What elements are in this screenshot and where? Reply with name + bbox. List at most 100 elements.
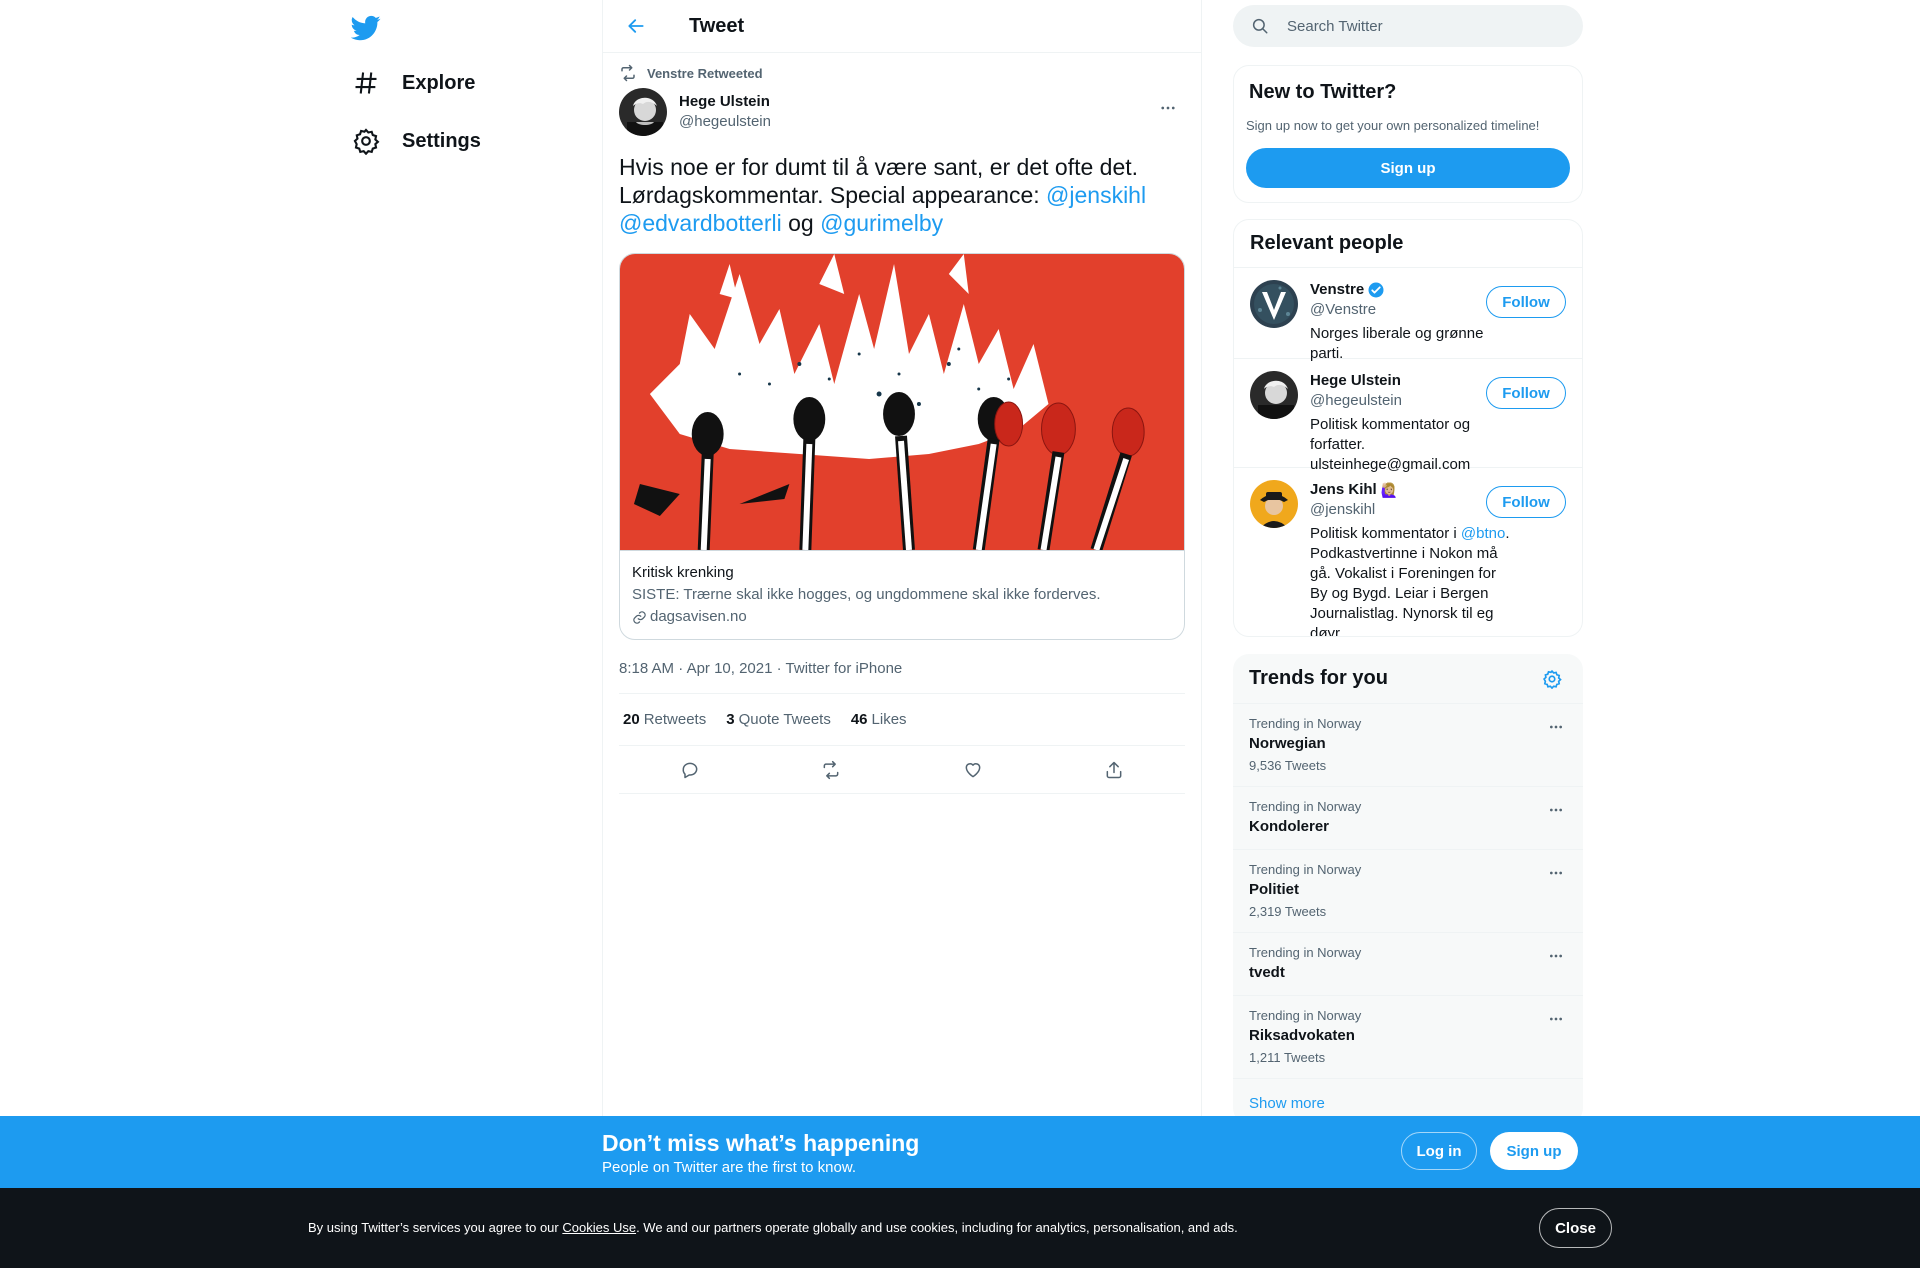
- tweet-text: Hvis noe er for dumt til å være sant, er…: [619, 153, 1185, 237]
- trend-context: Trending in Norway: [1249, 945, 1362, 960]
- share-icon: [1104, 760, 1124, 780]
- trend-context: Trending in Norway: [1249, 1008, 1362, 1023]
- trend-more-button[interactable]: [1541, 1004, 1571, 1034]
- retweets-stat[interactable]: 20 Retweets: [623, 711, 706, 728]
- more-dots-icon: [1548, 948, 1564, 964]
- card-domain: dagsavisen.no: [632, 607, 1172, 627]
- tweet-more-button[interactable]: [1151, 91, 1185, 125]
- share-button[interactable]: [1096, 752, 1132, 788]
- login-button[interactable]: Log in: [1401, 1132, 1477, 1170]
- trend-more-button[interactable]: [1541, 858, 1571, 888]
- person-bio-text: Politisk kommentator i: [1310, 525, 1457, 542]
- tweet: Venstre Retweeted Hege Ulstein @hegeulst…: [603, 64, 1201, 794]
- relevant-people-panel: Relevant people Venstre @Venstre Norges …: [1233, 219, 1583, 637]
- tweet-source[interactable]: Twitter for iPhone: [786, 660, 903, 677]
- author-handle[interactable]: @hegeulstein: [679, 112, 771, 132]
- trend-name: Riksadvokaten: [1249, 1027, 1355, 1044]
- twitter-logo-icon[interactable]: [346, 8, 386, 48]
- back-button[interactable]: [619, 9, 653, 43]
- cookies-use-link[interactable]: Cookies Use: [562, 1220, 636, 1235]
- verified-badge-icon: [1367, 281, 1385, 299]
- card-image: [620, 254, 1184, 550]
- person-handle: @hegeulstein: [1310, 392, 1402, 409]
- author-name[interactable]: Hege Ulstein: [679, 92, 771, 112]
- retweet-context-text[interactable]: Venstre Retweeted: [647, 66, 763, 81]
- signup-banner: Don’t miss what’s happening People on Tw…: [0, 1116, 1920, 1188]
- mention-link[interactable]: @gurimelby: [820, 210, 943, 236]
- trend-item[interactable]: Trending in Norway Kondolerer: [1233, 787, 1583, 850]
- more-dots-icon: [1548, 1011, 1564, 1027]
- more-dots-icon: [1159, 99, 1177, 117]
- like-button[interactable]: [955, 752, 991, 788]
- tweet-actions: [619, 746, 1185, 794]
- trend-more-button[interactable]: [1541, 712, 1571, 742]
- quotes-count: 3: [726, 711, 735, 728]
- new-to-twitter-subtitle: Sign up now to get your own personalized…: [1246, 118, 1540, 133]
- signup-button[interactable]: Sign up: [1490, 1132, 1578, 1170]
- mention-link[interactable]: @edvardbotterli: [619, 210, 782, 236]
- person-handle: @Venstre: [1310, 301, 1377, 318]
- tweet-date[interactable]: Apr 10, 2021: [687, 660, 773, 677]
- avatar[interactable]: [1250, 480, 1298, 528]
- raising-hand-emoji: 🙋🏼‍♀️: [1380, 482, 1399, 498]
- mention-link[interactable]: @btno: [1461, 525, 1505, 542]
- likes-stat[interactable]: 46 Likes: [851, 711, 907, 728]
- trends-panel: Trends for you Trending in Norway Norweg…: [1233, 654, 1583, 1124]
- trend-context: Trending in Norway: [1249, 862, 1362, 877]
- trend-more-button[interactable]: [1541, 941, 1571, 971]
- banner-title: Don’t miss what’s happening: [602, 1130, 920, 1156]
- reply-button[interactable]: [672, 752, 708, 788]
- page-header: Tweet: [603, 0, 1201, 53]
- gear-icon: [1542, 669, 1562, 689]
- person-item[interactable]: Venstre @Venstre Norges liberale og grøn…: [1234, 268, 1582, 362]
- cookie-text-pre: By using Twitter’s services you agree to…: [308, 1220, 559, 1235]
- tweet-author: Hege Ulstein @hegeulstein: [619, 87, 1185, 137]
- quotes-label: Quote Tweets: [738, 711, 831, 728]
- trend-name: Norwegian: [1249, 735, 1326, 752]
- link-card[interactable]: Kritisk krenking SISTE: Trærne skal ikke…: [619, 253, 1185, 640]
- person-handle: @jenskihl: [1310, 501, 1376, 518]
- follow-button[interactable]: Follow: [1486, 486, 1566, 518]
- retweet-icon: [821, 760, 841, 780]
- person-name: Hege Ulstein: [1310, 372, 1401, 389]
- card-description: SISTE: Trærne skal ikke hogges, og ungdo…: [632, 586, 1101, 603]
- trend-item[interactable]: Trending in Norway Riksadvokaten 1,211 T…: [1233, 996, 1583, 1079]
- avatar[interactable]: [619, 88, 667, 136]
- person-bio: Politisk kommentator i @btno. Podkastver…: [1310, 524, 1515, 636]
- person-item[interactable]: Jens Kihl 🙋🏼‍♀️ @jenskihl Politisk komme…: [1234, 468, 1582, 636]
- more-dots-icon: [1548, 802, 1564, 818]
- search-input[interactable]: [1287, 17, 1567, 35]
- trends-header: Trends for you: [1233, 654, 1583, 704]
- trend-item[interactable]: Trending in Norway tvedt: [1233, 933, 1583, 996]
- follow-button[interactable]: Follow: [1486, 377, 1566, 409]
- person-name: Jens Kihl: [1310, 481, 1377, 498]
- search-box[interactable]: [1233, 5, 1583, 47]
- cookie-text: By using Twitter’s services you agree to…: [308, 1220, 1238, 1235]
- more-dots-icon: [1548, 719, 1564, 735]
- quote-tweets-stat[interactable]: 3 Quote Tweets: [726, 711, 831, 728]
- mention-link[interactable]: @jenskihl: [1046, 182, 1146, 208]
- avatar[interactable]: [1250, 371, 1298, 419]
- nav-settings[interactable]: Settings: [340, 115, 493, 167]
- trend-item[interactable]: Trending in Norway Politiet 2,319 Tweets: [1233, 850, 1583, 933]
- nav-explore[interactable]: Explore: [340, 57, 487, 109]
- trend-context: Trending in Norway: [1249, 799, 1362, 814]
- new-to-twitter-panel: New to Twitter? Sign up now to get your …: [1233, 65, 1583, 203]
- sidebar-signup-button[interactable]: Sign up: [1246, 148, 1570, 188]
- heart-icon: [963, 760, 983, 780]
- follow-button[interactable]: Follow: [1486, 286, 1566, 318]
- trend-item[interactable]: Trending in Norway Norwegian 9,536 Tweet…: [1233, 704, 1583, 787]
- retweets-label: Retweets: [643, 711, 707, 728]
- card-body: Kritisk krenking SISTE: Trærne skal ikke…: [620, 550, 1184, 639]
- link-icon: [632, 610, 647, 625]
- retweet-icon: [619, 64, 637, 82]
- avatar[interactable]: [1250, 280, 1298, 328]
- trend-more-button[interactable]: [1541, 795, 1571, 825]
- cookie-close-button[interactable]: Close: [1539, 1208, 1612, 1248]
- person-item[interactable]: Hege Ulstein @hegeulstein Politisk komme…: [1234, 359, 1582, 473]
- retweet-button[interactable]: [813, 752, 849, 788]
- trends-settings-button[interactable]: [1537, 664, 1567, 694]
- person-bio: Politisk kommentator og forfatter. ulste…: [1310, 416, 1471, 473]
- tweet-time[interactable]: 8:18 AM: [619, 660, 674, 677]
- cookie-banner: By using Twitter’s services you agree to…: [0, 1188, 1920, 1268]
